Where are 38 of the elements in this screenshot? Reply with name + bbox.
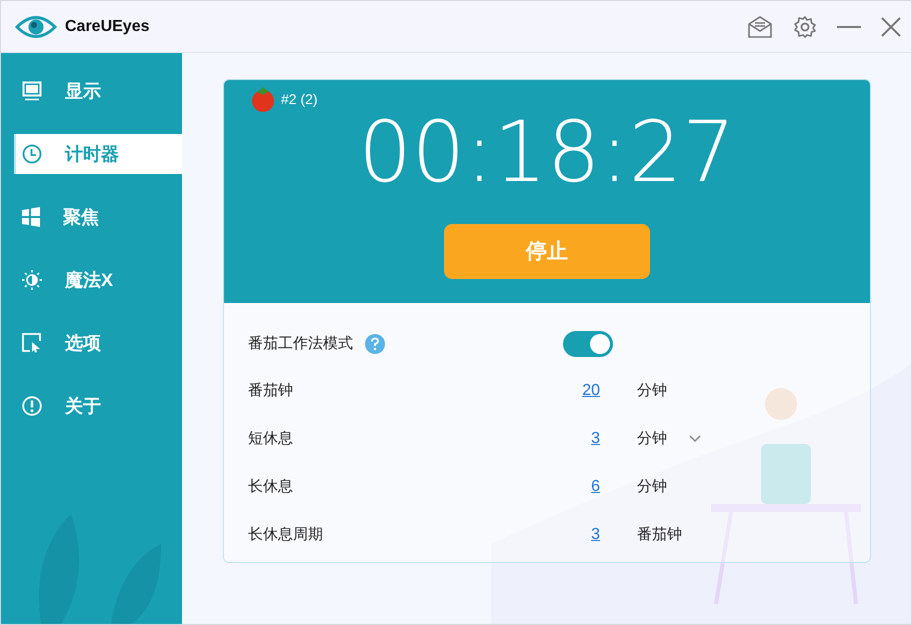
value-link[interactable]: 20	[548, 379, 600, 403]
toggle-switch[interactable]	[563, 331, 613, 357]
setting-label: 短休息	[248, 428, 294, 449]
eye-logo-icon	[15, 14, 57, 40]
unit-label: 分钟	[637, 380, 667, 401]
value-link[interactable]: 6	[548, 475, 600, 499]
sidebar-item[interactable]: 魔法X	[14, 260, 182, 300]
value-link[interactable]: 3	[548, 427, 600, 451]
mail-icon[interactable]	[747, 16, 773, 38]
timer-display: 00:18:27	[358, 110, 736, 194]
cursor-icon	[22, 333, 42, 353]
unit-label: 番茄钟	[637, 524, 682, 545]
sun-icon	[22, 270, 42, 290]
value-link[interactable]: 3	[548, 523, 600, 547]
minimize-icon[interactable]	[837, 24, 861, 28]
chevron-down-icon[interactable]	[689, 435, 701, 443]
settings-icon[interactable]	[793, 14, 817, 38]
setting-label: 长休息	[248, 476, 294, 497]
sidebar-item[interactable]: 显示	[14, 71, 182, 111]
help-icon[interactable]	[365, 334, 385, 354]
info-icon	[22, 396, 42, 416]
sidebar-item[interactable]: 关于	[14, 386, 182, 426]
unit-label: 分钟	[637, 428, 667, 449]
session-count: #2 (2)	[281, 90, 318, 109]
windows-icon	[22, 207, 40, 227]
clock-icon	[22, 144, 42, 164]
unit-label: 分钟	[637, 476, 667, 497]
close-icon[interactable]	[881, 16, 901, 36]
window-title: CareUEyes	[65, 16, 150, 36]
setting-label: 长休息周期	[248, 524, 324, 545]
sidebar-item[interactable]: 计时器	[14, 134, 182, 174]
sidebar-item[interactable]: 选项	[14, 323, 182, 363]
setting-label: 番茄工作法模式	[248, 334, 354, 354]
monitor-icon	[22, 81, 42, 101]
tomato-icon	[249, 86, 277, 112]
sidebar-item[interactable]: 聚焦	[14, 197, 182, 237]
stop-button[interactable]: 停止	[444, 224, 650, 279]
setting-label: 番茄钟	[248, 380, 294, 401]
